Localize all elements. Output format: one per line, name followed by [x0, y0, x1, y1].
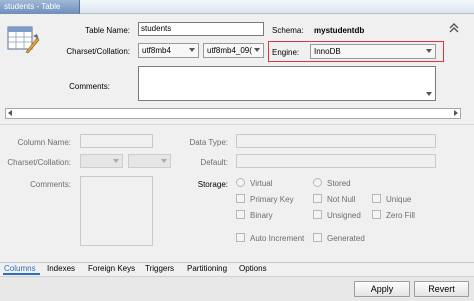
primary-key-checkbox[interactable] [236, 194, 245, 203]
apply-button[interactable]: Apply [354, 281, 410, 297]
chevron-down-icon [426, 49, 432, 53]
column-comments-label: Comments: [30, 180, 71, 189]
scroll-right-icon[interactable] [454, 110, 458, 116]
chevron-down-icon [426, 92, 432, 96]
charset-collation-label: Charset/Collation: [66, 47, 130, 56]
unique-label: Unique [386, 195, 412, 204]
chevron-down-icon [161, 159, 167, 163]
zero-fill-label: Zero Fill [386, 211, 415, 220]
engine-select-value: InnoDB [314, 47, 341, 56]
table-edit-icon [6, 24, 40, 54]
data-type-input[interactable] [236, 134, 436, 148]
double-chevron-up-icon[interactable] [448, 22, 460, 34]
revert-button[interactable]: Revert [414, 281, 469, 297]
stored-radio[interactable] [313, 178, 322, 187]
tab-partitioning[interactable]: Partitioning [187, 263, 227, 276]
default-label: Default: [200, 158, 228, 167]
zero-fill-checkbox[interactable] [372, 210, 381, 219]
collation-select[interactable]: utf8mb4_09( [203, 43, 264, 58]
storage-label: Storage: [197, 180, 228, 189]
divider [0, 124, 474, 125]
tab-options[interactable]: Options [239, 263, 267, 276]
stored-label: Stored [327, 179, 351, 188]
active-tab-indicator [3, 273, 40, 275]
charset-select-value: utf8mb4 [142, 46, 171, 55]
schema-value: mystudentdb [314, 26, 365, 35]
unsigned-checkbox[interactable] [313, 210, 322, 219]
tab-foreign-keys[interactable]: Foreign Keys [88, 263, 135, 276]
horizontal-scrollbar[interactable] [5, 108, 461, 119]
table-name-label: Table Name: [85, 26, 130, 35]
tab-triggers[interactable]: Triggers [145, 263, 174, 276]
engine-select[interactable]: InnoDB [310, 44, 436, 59]
auto-increment-checkbox[interactable] [236, 233, 245, 242]
chevron-down-icon [189, 48, 195, 52]
charset-select[interactable]: utf8mb4 [138, 43, 199, 58]
column-charset-label: Charset/Collation: [7, 158, 71, 167]
data-type-label: Data Type: [189, 138, 228, 147]
binary-label: Binary [250, 211, 273, 220]
table-comments-input[interactable] [138, 66, 436, 101]
comments-label: Comments: [69, 82, 110, 91]
not-null-label: Not Null [327, 195, 356, 204]
engine-label: Engine: [272, 48, 300, 57]
collation-select-value: utf8mb4_09( [207, 46, 252, 55]
virtual-radio[interactable] [236, 178, 245, 187]
generated-checkbox[interactable] [313, 233, 322, 242]
column-comments-input[interactable] [80, 176, 153, 246]
primary-key-label: Primary Key [250, 195, 294, 204]
default-input[interactable] [236, 154, 436, 168]
unique-checkbox[interactable] [372, 194, 381, 203]
binary-checkbox[interactable] [236, 210, 245, 219]
not-null-checkbox[interactable] [313, 194, 322, 203]
column-name-label: Column Name: [17, 138, 71, 147]
tab-indexes[interactable]: Indexes [47, 263, 75, 276]
column-charset-select[interactable] [80, 154, 123, 168]
virtual-label: Virtual [250, 179, 273, 188]
document-tab[interactable]: students - Table [0, 0, 80, 14]
schema-label: Schema: [272, 26, 304, 35]
generated-label: Generated [327, 234, 365, 243]
chevron-down-icon [254, 48, 260, 52]
scroll-left-icon[interactable] [8, 110, 12, 116]
auto-increment-label: Auto Increment [250, 234, 305, 243]
editor-tabs: Columns Indexes Foreign Keys Triggers Pa… [0, 262, 474, 275]
chevron-down-icon [113, 159, 119, 163]
unsigned-label: Unsigned [327, 211, 361, 220]
column-collation-select[interactable] [128, 154, 171, 168]
table-name-input[interactable]: students [138, 22, 264, 36]
column-name-input[interactable] [80, 134, 153, 148]
